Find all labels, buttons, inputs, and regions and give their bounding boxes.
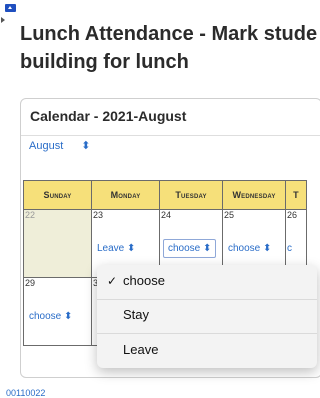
footer-id-link[interactable]: 00110022 <box>6 388 45 398</box>
day-cell-22: 22 <box>23 209 92 278</box>
day-number: 22 <box>25 210 36 220</box>
calendar-panel-header: Calendar - 2021-August <box>21 99 320 136</box>
attendance-select-29[interactable]: choose ⬍ <box>29 311 72 322</box>
header-monday: Monday <box>91 180 160 210</box>
attendance-value: choose <box>168 243 201 254</box>
day-number: 24 <box>161 210 172 220</box>
collapse-toolbar-button[interactable] <box>5 4 16 12</box>
menu-option-label: Stay <box>123 307 150 322</box>
header-tuesday: Tuesday <box>159 180 223 210</box>
calendar-title: Calendar - 2021-August <box>30 108 187 124</box>
day-number: 25 <box>224 210 235 220</box>
menu-option-stay[interactable]: Stay <box>97 299 317 334</box>
day-number: 23 <box>93 210 104 220</box>
attendance-select-26[interactable]: c <box>287 243 292 254</box>
attendance-value: choose <box>29 311 62 322</box>
menu-option-label: choose <box>123 273 165 288</box>
page-title-line2: building for lunch <box>20 51 189 73</box>
up-down-chevron-icon: ⬍ <box>127 243 136 254</box>
up-down-chevron-icon: ⬍ <box>64 311 73 322</box>
attendance-value: choose <box>228 243 261 254</box>
attendance-dropdown-menu: ✓ choose Stay Leave <box>97 265 317 368</box>
up-down-chevron-icon: ⬍ <box>81 140 91 152</box>
header-wednesday: Wednesday <box>222 180 286 210</box>
month-select-value: August <box>29 140 64 152</box>
calendar-header-row: Sunday Monday Tuesday Wednesday T <box>23 180 307 210</box>
header-thursday: T <box>285 180 307 210</box>
day-cell-29: 29 choose ⬍ <box>23 277 92 346</box>
checkmark-icon: ✓ <box>107 274 118 288</box>
attendance-select-23[interactable]: Leave ⬍ <box>97 243 135 254</box>
day-number: 26 <box>287 210 298 220</box>
up-down-chevron-icon: ⬍ <box>263 243 272 254</box>
menu-option-label: Leave <box>123 342 159 357</box>
page-title-line1: Lunch Attendance - Mark stude <box>20 23 318 45</box>
menu-option-choose[interactable]: ✓ choose <box>97 265 317 300</box>
month-select[interactable]: August ⬍ <box>29 139 90 152</box>
menu-option-leave[interactable]: Leave <box>97 334 317 368</box>
up-down-chevron-icon: ⬍ <box>203 243 212 254</box>
attendance-value: Leave <box>97 243 125 254</box>
sidebar-expand-icon[interactable] <box>0 13 6 31</box>
page-title: Lunch Attendance - Mark stude building f… <box>20 20 320 76</box>
header-sunday: Sunday <box>23 180 92 210</box>
attendance-select-24[interactable]: choose ⬍ <box>163 239 217 258</box>
attendance-select-25[interactable]: choose ⬍ <box>228 243 271 254</box>
day-number: 29 <box>25 278 36 288</box>
